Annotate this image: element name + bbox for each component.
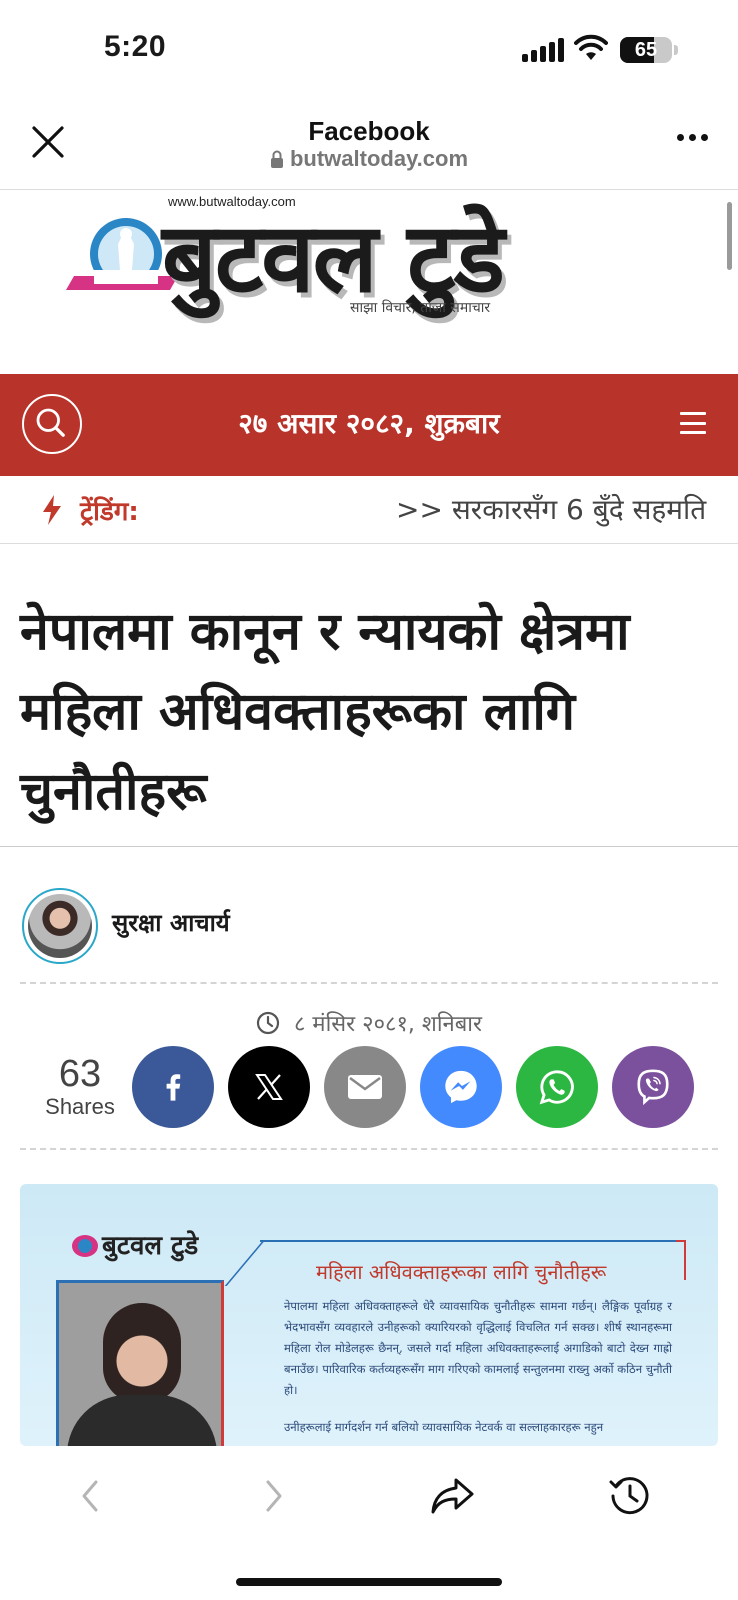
image-paragraph-2: उनीहरूलाई मार्गदर्शन गर्न बलियो व्यावसाय… [284, 1420, 604, 1434]
browser-toolbar [0, 1446, 738, 1600]
facebook-share-button[interactable] [132, 1046, 214, 1128]
dashed-divider [20, 982, 718, 984]
trending-label: ट्रेंडिंग: [80, 497, 139, 527]
messenger-share-button[interactable] [420, 1046, 502, 1128]
site-tagline: साझा विचार, ताजा समाचार [350, 300, 491, 316]
wifi-icon [574, 34, 608, 60]
x-logo-icon [255, 1074, 283, 1100]
author-name[interactable]: सुरक्षा आचार्य [112, 906, 230, 939]
cellular-signal-icon [522, 36, 564, 62]
messenger-icon [445, 1070, 477, 1104]
image-logo: बुटवल टुडे [72, 1226, 198, 1262]
home-indicator[interactable] [236, 1578, 502, 1586]
in-app-browser-header: Facebook butwaltoday.com [0, 100, 738, 190]
site-masthead[interactable]: www.butwaltoday.com बुटवल टुडे साझा विचा… [0, 190, 738, 374]
current-date: २७ असार २०८२, शुक्रबार [238, 407, 500, 440]
date-nav-bar: २७ असार २०८२, शुक्रबार [0, 374, 738, 476]
lightning-icon [43, 495, 61, 525]
email-share-button[interactable] [324, 1046, 406, 1128]
forward-button[interactable] [248, 1470, 300, 1522]
image-logo-text: बुटवल टुडे [102, 1231, 199, 1261]
whatsapp-icon [539, 1070, 574, 1105]
status-time: 5:20 [104, 30, 167, 63]
clock-icon [256, 1011, 280, 1035]
dashed-divider [20, 1148, 718, 1150]
hamburger-icon[interactable] [680, 412, 706, 434]
battery-level: 65 [634, 39, 658, 61]
lock-icon [270, 150, 283, 168]
share-count-number: 63 [58, 1053, 102, 1095]
x-share-button[interactable] [228, 1046, 310, 1128]
image-paragraph-1: नेपालमा महिला अधिवक्ताहरूले धेरै व्यावसा… [284, 1299, 672, 1397]
article-date-row: ८ मंसिर २०८१, शनिबार [0, 1008, 738, 1038]
history-button[interactable] [604, 1470, 656, 1522]
image-title: महिला अधिवक्ताहरूका लागि चुनौतीहरू [316, 1260, 607, 1284]
chevron-left-icon [82, 1480, 98, 1512]
article-date: ८ मंसिर २०८१, शनिबार [293, 1012, 483, 1037]
chevron-right-icon [266, 1480, 282, 1512]
status-bar: 5:20 65 [0, 0, 738, 100]
envelope-icon [348, 1075, 382, 1099]
whatsapp-share-button[interactable] [516, 1046, 598, 1128]
browser-url: butwaltoday.com [289, 146, 469, 171]
trending-ticker-link[interactable]: >> सरकारसँग 6 बुँदे सहमति [396, 490, 706, 528]
viber-share-button[interactable] [612, 1046, 694, 1128]
image-red-corner [676, 1240, 686, 1280]
battery-tip [674, 45, 678, 55]
author-photo [56, 1280, 224, 1446]
trending-bar: ट्रेंडिंग: >> सरकारसँग 6 बुँदे सहमति [0, 476, 738, 544]
page-scrollbar[interactable] [727, 202, 732, 270]
facebook-icon [166, 1074, 181, 1101]
browser-title: Facebook [308, 116, 430, 146]
divider [0, 846, 738, 847]
history-icon [609, 1477, 649, 1515]
publication-emblem-icon [66, 218, 176, 290]
image-body-text: नेपालमा महिला अधिवक्ताहरूले धेरै व्यावसा… [284, 1296, 672, 1438]
back-button[interactable] [64, 1470, 116, 1522]
share-count-label: Shares [45, 1094, 115, 1119]
share-count: 63 Shares [40, 1054, 120, 1120]
article-headline: नेपालमा कानून र न्यायको क्षेत्रमा महिला … [20, 602, 630, 822]
article-featured-image[interactable]: बुटवल टुडे महिला अधिवक्ताहरूका लागि चुनौ… [20, 1184, 718, 1446]
share-button[interactable] [426, 1470, 478, 1522]
author-avatar[interactable] [22, 888, 98, 964]
share-arrow-icon [431, 1478, 474, 1514]
viber-icon [637, 1069, 669, 1106]
battery-icon: 65 [620, 37, 672, 63]
more-icon[interactable] [677, 134, 708, 141]
browser-url-row[interactable]: butwaltoday.com [0, 146, 738, 172]
